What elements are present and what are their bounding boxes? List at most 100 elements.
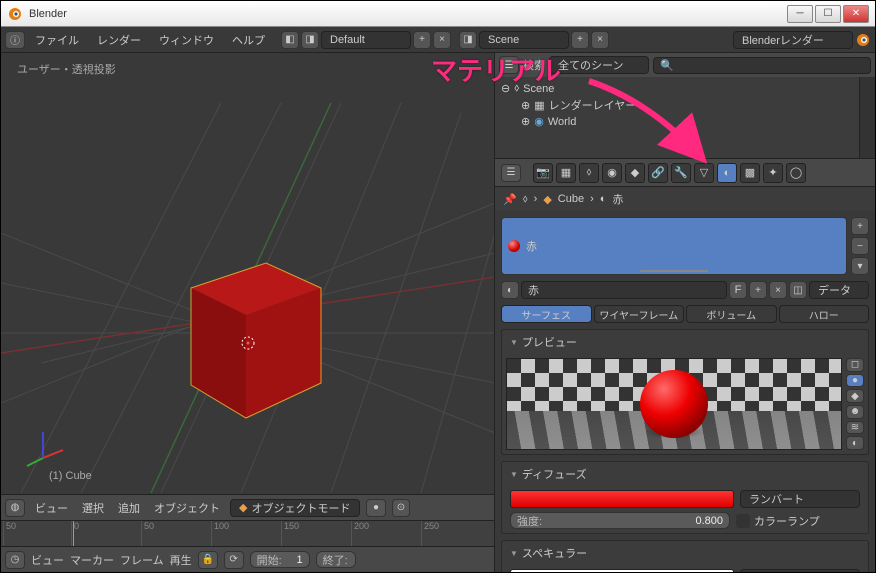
- outliner-scrollbar[interactable]: [859, 77, 875, 158]
- viewport-projection-label: ユーザー・透視投影: [17, 61, 116, 77]
- tab-wire[interactable]: ワイヤーフレーム: [594, 305, 685, 323]
- layout-prev-button[interactable]: ◧: [281, 31, 299, 49]
- cube-object[interactable]: [166, 233, 336, 433]
- tab-texture[interactable]: ▩: [740, 163, 760, 183]
- world-icon: ◉: [534, 115, 544, 128]
- tl-menu-playback[interactable]: 再生: [170, 552, 192, 568]
- sync-icon[interactable]: ⟳: [224, 551, 244, 569]
- specular-color-swatch[interactable]: [510, 569, 734, 572]
- 3d-viewport[interactable]: ユーザー・透視投影 (1) Cube: [1, 53, 494, 494]
- material-type-tabs: サーフェス ワイヤーフレーム ボリューム ハロー: [501, 305, 869, 323]
- viewport-object-label: (1) Cube: [49, 470, 92, 482]
- diffuse-panel: ディフューズ ランバート 強度:0.800 カラーランプ: [501, 461, 869, 534]
- properties-breadcrumb: 📌 ⬨› ◆Cube› ◐赤: [495, 187, 875, 211]
- specular-shader-dropdown[interactable]: クックトランス: [740, 569, 860, 572]
- tab-halo[interactable]: ハロー: [779, 305, 870, 323]
- scene-remove-button[interactable]: ×: [591, 31, 609, 49]
- editor-type-timeline-icon[interactable]: ◷: [5, 551, 25, 569]
- diffuse-color-swatch[interactable]: [510, 490, 734, 508]
- timeline-cursor[interactable]: [73, 521, 74, 546]
- maximize-button[interactable]: ☐: [815, 5, 841, 23]
- editor-type-properties-icon[interactable]: ☰: [501, 164, 521, 182]
- tab-renderlayers[interactable]: ▦: [556, 163, 576, 183]
- timeline-header: ◷ ビュー マーカー フレーム 再生 🔒 ⟳ 開始:1 終了:: [1, 546, 494, 572]
- tab-material[interactable]: ◐: [717, 163, 737, 183]
- tab-render[interactable]: 📷: [533, 163, 553, 183]
- diffuse-intensity-field[interactable]: 強度:0.800: [510, 512, 730, 529]
- menu-help[interactable]: ヘルプ: [224, 32, 273, 48]
- menu-render[interactable]: レンダー: [89, 32, 149, 48]
- menu-object[interactable]: オブジェクト: [150, 500, 224, 516]
- shading-solid-icon[interactable]: ●: [366, 499, 386, 517]
- tab-surface[interactable]: サーフェス: [501, 305, 592, 323]
- editor-type-icon[interactable]: ⓘ: [5, 31, 25, 49]
- window-titlebar: Blender ─ ☐ ✕: [1, 1, 875, 27]
- disclosure-icon: ⊕: [521, 115, 530, 128]
- minimize-button[interactable]: ─: [787, 5, 813, 23]
- material-slot-remove-button[interactable]: −: [851, 237, 869, 255]
- material-slot[interactable]: 赤: [501, 217, 847, 275]
- material-slot-menu-button[interactable]: ▾: [851, 257, 869, 275]
- menu-file[interactable]: ファイル: [27, 32, 87, 48]
- layout-remove-button[interactable]: ×: [433, 31, 451, 49]
- pin-icon[interactable]: 📌: [503, 193, 517, 206]
- 3dview-header: ◍ ビュー 選択 追加 オブジェクト ◆ オブジェクトモード ● ⊙: [1, 494, 494, 520]
- blender-logo-icon: [855, 32, 871, 48]
- preview-panel-header[interactable]: プレビュー: [502, 330, 868, 354]
- specular-panel: スペキュラー クックトランス: [501, 540, 869, 572]
- lock-icon[interactable]: 🔒: [198, 551, 218, 569]
- cube-icon: ◆: [543, 193, 551, 206]
- material-unlink-button[interactable]: ×: [769, 281, 787, 299]
- fake-user-button[interactable]: F: [729, 281, 747, 299]
- material-name-input[interactable]: 赤: [521, 281, 727, 299]
- tab-volume[interactable]: ボリューム: [686, 305, 777, 323]
- menu-view[interactable]: ビュー: [31, 500, 72, 516]
- scene-add-button[interactable]: +: [571, 31, 589, 49]
- scene-dropdown[interactable]: Scene: [479, 31, 569, 49]
- diffuse-panel-header[interactable]: ディフューズ: [502, 462, 868, 486]
- timeline-ruler[interactable]: 50 0 50 100 150 200 250: [1, 520, 494, 546]
- material-browse-button[interactable]: ◐: [501, 281, 519, 299]
- color-ramp-label: カラーランプ: [754, 513, 820, 529]
- editor-type-3dview-icon[interactable]: ◍: [5, 499, 25, 517]
- preview-sky-button[interactable]: ◐: [846, 436, 864, 450]
- tab-physics[interactable]: ◯: [786, 163, 806, 183]
- info-header: ⓘ ファイル レンダー ウィンドウ ヘルプ ◧ ◨ Default + × ◨ …: [1, 27, 875, 53]
- scene-icon: ⬨: [523, 193, 528, 206]
- layout-next-button[interactable]: ◨: [301, 31, 319, 49]
- tl-menu-frame[interactable]: フレーム: [120, 552, 164, 568]
- material-link-dropdown[interactable]: データ: [809, 281, 869, 299]
- end-frame-field[interactable]: 終了:: [316, 551, 356, 568]
- disclosure-icon: ⊕: [521, 99, 530, 112]
- nodes-button[interactable]: ◫: [789, 281, 807, 299]
- start-frame-field[interactable]: 開始:1: [250, 551, 310, 568]
- preview-flat-button[interactable]: ◻: [846, 358, 864, 372]
- material-new-button[interactable]: +: [749, 281, 767, 299]
- preview-cube-button[interactable]: ◆: [846, 389, 864, 403]
- menu-add[interactable]: 追加: [114, 500, 144, 516]
- preview-hair-button[interactable]: ≋: [846, 421, 864, 435]
- blender-logo-icon: [7, 6, 23, 22]
- menu-select[interactable]: 選択: [78, 500, 108, 516]
- render-engine-dropdown[interactable]: Blenderレンダー: [733, 31, 853, 49]
- material-slot-add-button[interactable]: +: [851, 217, 869, 235]
- annotation-label: マテリアル: [431, 51, 561, 88]
- specular-panel-header[interactable]: スペキュラー: [502, 541, 868, 565]
- menu-window[interactable]: ウィンドウ: [151, 32, 222, 48]
- tl-menu-view[interactable]: ビュー: [31, 552, 64, 568]
- preview-monkey-button[interactable]: ☻: [846, 405, 864, 419]
- scene-browse-button[interactable]: ◨: [459, 31, 477, 49]
- diffuse-shader-dropdown[interactable]: ランバート: [740, 490, 860, 508]
- tl-menu-marker[interactable]: マーカー: [70, 552, 114, 568]
- tab-particles[interactable]: ✦: [763, 163, 783, 183]
- close-button[interactable]: ✕: [843, 5, 869, 23]
- preview-sphere-button[interactable]: ●: [846, 374, 864, 388]
- material-preview-icon: [508, 240, 520, 252]
- layout-add-button[interactable]: +: [413, 31, 431, 49]
- color-ramp-checkbox[interactable]: [736, 514, 750, 528]
- preview-panel: プレビュー ◻ ● ◆ ☻: [501, 329, 869, 455]
- mode-dropdown[interactable]: ◆ オブジェクトモード: [230, 499, 360, 517]
- layout-dropdown[interactable]: Default: [321, 31, 411, 49]
- pivot-dropdown[interactable]: ⊙: [392, 499, 410, 517]
- layers-icon: ▦: [534, 99, 544, 112]
